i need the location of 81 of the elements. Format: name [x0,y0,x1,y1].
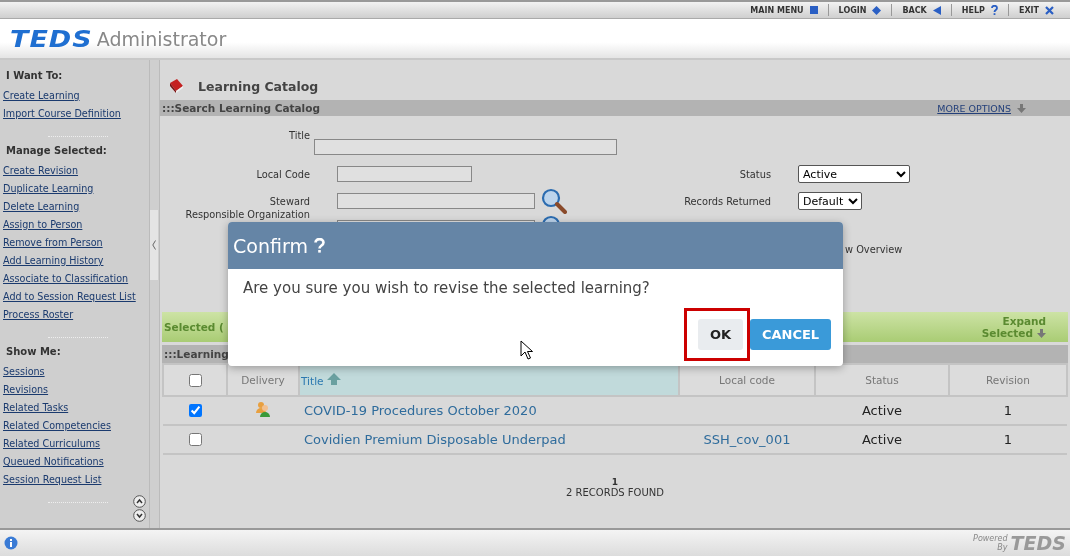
teds-logo: TEDS [1010,532,1066,554]
field-label: Title [288,130,310,141]
records-dropdown[interactable]: Default [798,192,862,210]
sidebar-link[interactable]: Associate to Classification [3,273,150,291]
sidebar-link[interactable]: Process Roster [3,309,150,327]
field-label: Records Returned [683,195,771,207]
scroll-down-icon[interactable] [133,509,147,522]
close-icon [1045,5,1054,15]
nav-link[interactable]: MAIN MENU [740,4,829,16]
scroll-up-icon[interactable] [133,495,147,508]
status-dropdown[interactable]: Active [798,165,910,183]
diamond-icon [872,5,882,15]
section-title: :::Search Learning Catalog [162,102,320,114]
page-title: Learning Catalog [198,78,319,94]
help-icon [313,238,325,253]
nav-link[interactable]: LOGIN [828,4,893,16]
sidebar-link[interactable]: Create Revision [3,165,150,183]
learning-title-link[interactable]: COVID-19 Procedures October 2020 [304,403,537,418]
sort-up-icon [326,373,341,385]
more-options-link[interactable]: MORE OPTIONS [937,102,1026,114]
sidebar-link[interactable]: Add to Session Request List [3,291,150,309]
sidebar-link[interactable]: Add Learning History [3,255,150,273]
square-icon [809,6,818,14]
nav-link[interactable]: BACK [892,4,952,16]
sidebar-link[interactable]: Revisions [3,384,150,402]
help-icon [990,5,998,15]
sidebar-link[interactable]: Import Course Definition [3,108,150,126]
local-code-link[interactable]: SSH_cov_001 [703,432,791,447]
app-name: Administrator [96,27,227,50]
option-label: w Overview [844,244,903,255]
ok-button[interactable]: OK [698,319,743,350]
people-icon [255,401,271,417]
status-text: Active [861,432,903,447]
powered-text: Powered [973,534,1008,543]
sidebar-link[interactable]: Queued Notifications [3,456,150,474]
section-heading: I Want To: [6,70,64,81]
text-field[interactable] [337,193,535,209]
sidebar-link[interactable]: Remove from Person [3,237,150,255]
dialog-title: Confirm [233,234,308,257]
section-title: :::Learning [164,348,229,360]
sidebar-link[interactable]: Assign to Person [3,219,150,237]
selected-label: Selected ( [164,321,224,333]
nav-link[interactable]: HELP [951,4,1009,16]
sidebar-link[interactable]: Delete Learning [3,201,150,219]
sidebar-link[interactable]: Sessions [3,366,150,384]
field-label: Responsible Organization [184,209,310,220]
nav-link[interactable]: EXIT [1008,4,1064,16]
row-checkbox[interactable] [189,404,202,417]
page-number[interactable]: 1 [611,477,619,487]
revision-text: 1 [1003,432,1013,447]
field-label: Steward [268,195,310,207]
sidebar-link[interactable]: Duplicate Learning [3,183,150,201]
status-text: Active [861,403,903,418]
mouse-pointer-icon [520,340,533,360]
section-heading: Show Me: [6,346,62,357]
records-count: 2 RECORDS FOUND [566,487,664,498]
text-field[interactable] [314,139,617,155]
field-label: Local Code [255,168,310,180]
sidebar-link[interactable]: Related Curriculums [3,438,150,456]
learning-title-link[interactable]: Covidien Premium Disposable Underpad [304,432,566,447]
text-field[interactable] [337,166,472,182]
section-heading: Manage Selected: [6,145,108,156]
row-checkbox[interactable] [189,433,202,446]
arrow-down-icon [1037,328,1046,338]
arrow-down-icon [1017,103,1026,113]
back-icon [932,5,941,15]
sidebar-link[interactable]: Session Request List [3,474,150,492]
teds-logo: TEDS [10,25,93,52]
search-icon[interactable] [541,188,567,214]
book-icon [168,78,184,94]
field-label: Status [738,168,771,180]
sidebar-link[interactable]: Related Competencies [3,420,150,438]
dialog-message: Are you sure you wish to revise the selected learning? [242,278,651,297]
select-all-checkbox[interactable] [189,373,202,387]
info-icon[interactable] [4,536,18,550]
sidebar-link[interactable]: Related Tasks [3,402,150,420]
collapse-handle[interactable] [150,210,159,280]
by-text: By [997,543,1008,552]
chevron-left-icon [152,240,157,250]
sidebar-link[interactable]: Create Learning [3,90,150,108]
revision-text: 1 [1003,403,1013,418]
